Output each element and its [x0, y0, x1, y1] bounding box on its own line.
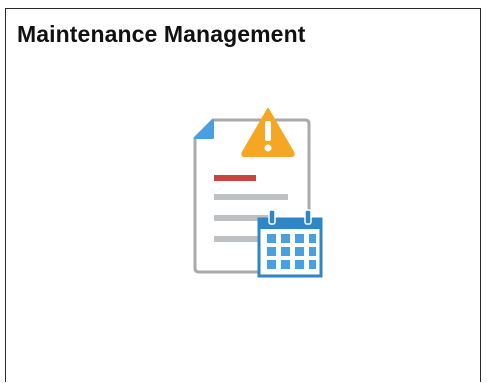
calendar-icon [257, 209, 323, 278]
text-line [214, 194, 288, 200]
maintenance-document-icon [187, 108, 327, 278]
document-warning-calendar-icon [193, 108, 323, 278]
maintenance-management-tile[interactable]: Maintenance Management [5, 8, 481, 382]
highlight-line [214, 175, 256, 181]
tile-title: Maintenance Management [17, 21, 306, 47]
corner-fold-icon [194, 119, 214, 139]
